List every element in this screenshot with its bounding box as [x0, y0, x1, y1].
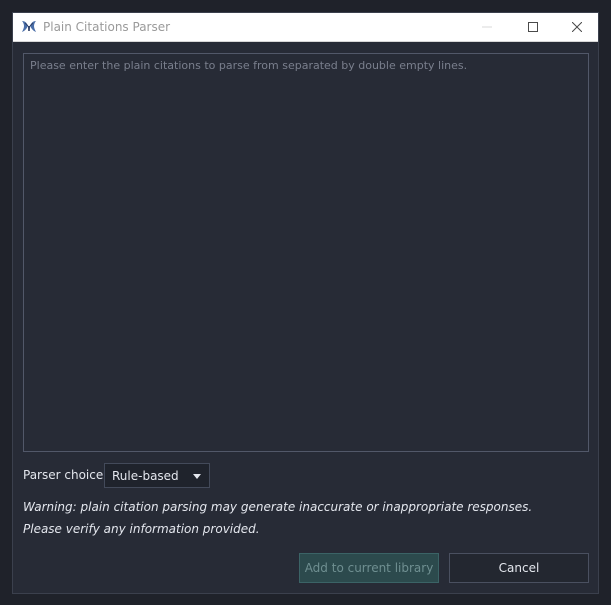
warning-line-2: Please verify any information provided. [23, 522, 260, 536]
plain-citations-parser-dialog: Plain Citations Parser Please enter the … [12, 12, 599, 594]
chevron-down-icon [193, 474, 201, 479]
jabref-logo-icon [21, 19, 37, 35]
warning-line-1: Warning: plain citation parsing may gene… [23, 500, 533, 514]
window-title: Plain Citations Parser [43, 20, 171, 34]
parser-choice-label: Parser choice [23, 468, 104, 482]
minimize-button[interactable] [464, 13, 510, 41]
close-button[interactable] [554, 13, 600, 41]
parser-choice-selected: Rule-based [112, 469, 179, 483]
parser-choice-dropdown[interactable]: Rule-based [104, 463, 210, 488]
citations-input-container [23, 53, 589, 452]
citations-textarea[interactable] [24, 54, 588, 451]
maximize-button[interactable] [510, 13, 556, 41]
cancel-button[interactable]: Cancel [449, 553, 589, 583]
title-bar[interactable]: Plain Citations Parser [13, 13, 598, 42]
add-to-library-button[interactable]: Add to current library [299, 553, 439, 583]
